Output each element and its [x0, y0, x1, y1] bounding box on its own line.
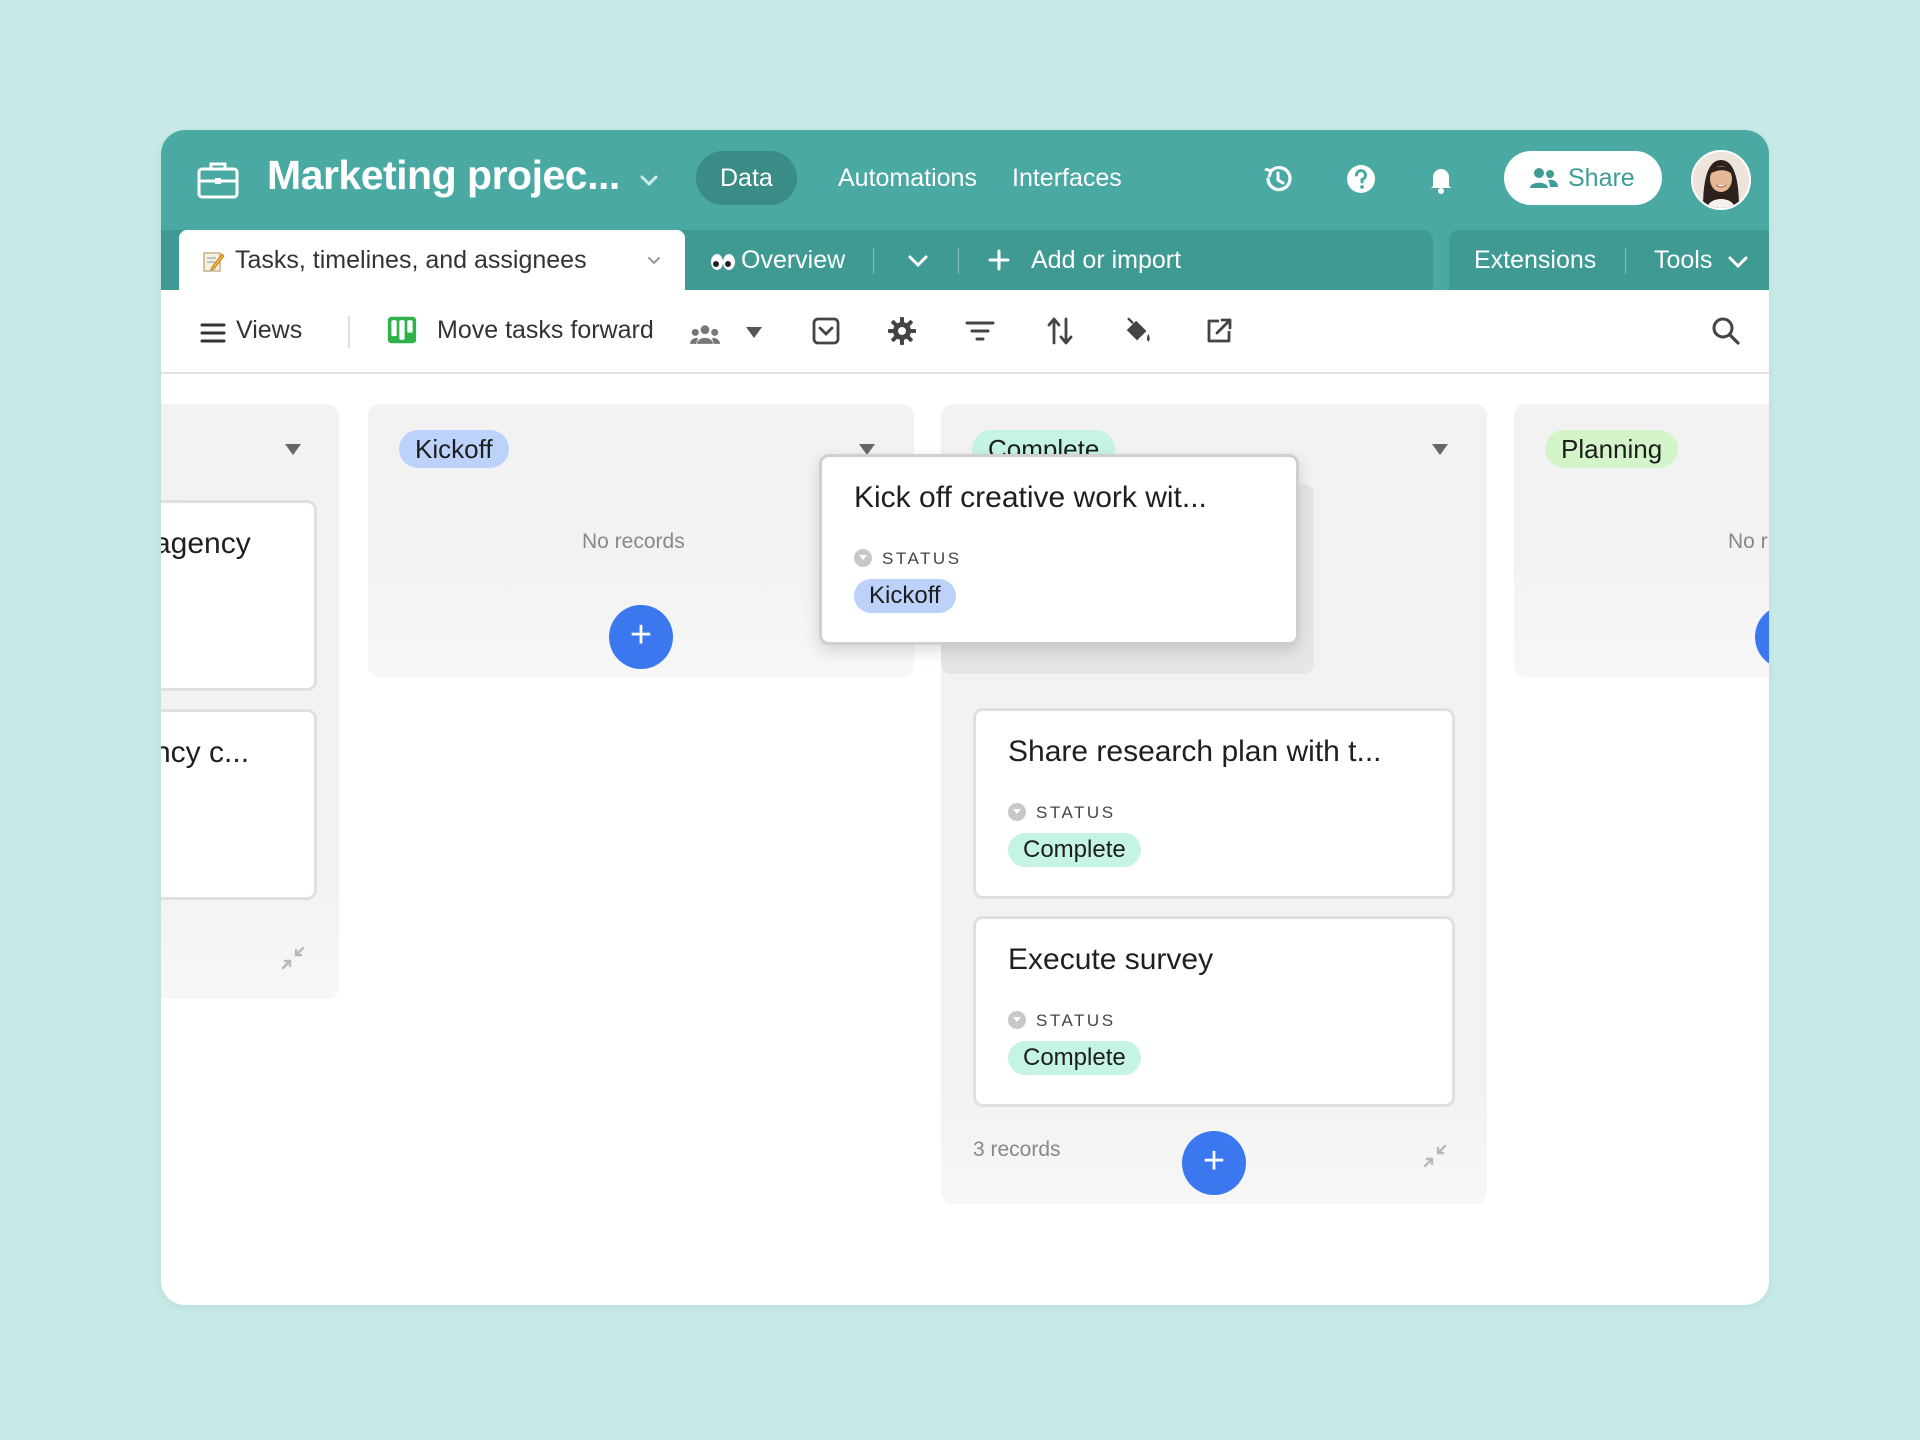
nav-data[interactable]: Data [696, 151, 797, 205]
tab-tasks[interactable]: Tasks, timelines, and assignees [179, 230, 685, 290]
empty-state-text: No records [582, 530, 685, 554]
column-footer [1514, 557, 1769, 677]
column-label-kickoff: Kickoff [399, 430, 509, 468]
view-name[interactable]: Move tasks forward [437, 316, 654, 345]
card-title: agency [161, 527, 251, 561]
briefcase-icon [197, 160, 239, 200]
base-title[interactable]: Marketing projec... [267, 152, 620, 199]
bell-icon[interactable] [1424, 162, 1458, 196]
sort-icon[interactable] [1045, 316, 1075, 346]
avatar[interactable] [1691, 150, 1751, 210]
top-bar: Marketing projec... Data Automations Int… [161, 130, 1769, 290]
help-icon[interactable] [1344, 162, 1378, 196]
add-record-button[interactable]: + [609, 605, 673, 669]
search-icon[interactable] [1711, 316, 1741, 346]
tab-overview[interactable]: Overview [741, 246, 845, 275]
share-label: Share [1568, 164, 1635, 193]
divider [348, 316, 350, 348]
board-column-left: agency ncy c... [161, 404, 339, 999]
status-field-icon [854, 549, 872, 567]
record-card[interactable]: Share research plan with t... STATUS Com… [973, 708, 1455, 899]
chevron-down-icon[interactable] [645, 252, 663, 270]
history-icon[interactable] [1261, 162, 1295, 196]
status-field-label: STATUS [1008, 803, 1116, 823]
board-column-planning: Planning No r + [1514, 404, 1769, 677]
record-count: 3 records [973, 1138, 1061, 1162]
status-field-icon [1008, 1011, 1026, 1029]
status-badge: Complete [1008, 1041, 1141, 1075]
caret-down-icon[interactable] [1432, 444, 1448, 455]
tab-divider [958, 248, 959, 274]
status-field-label: STATUS [854, 549, 962, 569]
tab-divider [873, 248, 874, 274]
status-badge: Kickoff [854, 579, 956, 613]
card-title: ncy c... [161, 736, 249, 770]
app-window: Marketing projec... Data Automations Int… [161, 130, 1769, 1305]
empty-state-text: No r [1728, 530, 1768, 554]
chevron-down-icon[interactable] [905, 250, 931, 272]
table-tab-strip: Tasks, timelines, and assignees Overview… [161, 230, 1769, 290]
paint-bucket-icon[interactable] [1123, 316, 1153, 346]
tools-button[interactable]: Tools [1654, 246, 1712, 275]
views-button[interactable]: Views [236, 316, 302, 345]
memo-icon [203, 250, 225, 272]
status-field-label: STATUS [1008, 1011, 1116, 1031]
view-bar: Views Move tasks forward [161, 290, 1769, 374]
kanban-board: agency ncy c... Kickoff No records + Com… [161, 374, 1769, 1305]
card-title: Execute survey [1008, 943, 1213, 977]
gear-icon[interactable] [887, 316, 917, 346]
filter-icon[interactable] [965, 316, 995, 346]
record-card[interactable]: Execute survey STATUS Complete [973, 916, 1455, 1107]
nav-automations[interactable]: Automations [814, 151, 1001, 205]
tab-divider [1625, 248, 1626, 274]
caret-down-icon[interactable] [746, 327, 762, 338]
chevron-down-icon[interactable] [637, 168, 661, 192]
plus-icon[interactable] [987, 248, 1011, 272]
status-badge: Complete [1008, 833, 1141, 867]
eyes-icon [709, 252, 737, 272]
dragging-record-card[interactable]: Kick off creative work wit... STATUS Kic… [819, 454, 1299, 645]
tabs-right-area: Extensions Tools [1449, 230, 1769, 290]
chevron-down-icon[interactable] [1726, 252, 1750, 272]
caret-down-icon[interactable] [285, 444, 301, 455]
record-card[interactable]: agency [161, 500, 317, 691]
extensions-button[interactable]: Extensions [1474, 246, 1596, 275]
kanban-icon [387, 315, 417, 345]
card-title: Share research plan with t... [1008, 735, 1382, 769]
collapse-icon[interactable] [279, 944, 307, 972]
collaborators-icon [690, 320, 720, 350]
add-record-button[interactable]: + [1182, 1131, 1246, 1195]
hamburger-icon[interactable] [199, 318, 229, 348]
column-label-planning: Planning [1545, 430, 1678, 468]
collapse-icon[interactable] [1421, 1142, 1449, 1170]
record-card[interactable]: ncy c... [161, 709, 317, 900]
share-view-icon[interactable] [1204, 316, 1234, 346]
add-or-import-button[interactable]: Add or import [1031, 246, 1181, 275]
status-field-icon [1008, 803, 1026, 821]
card-title: Kick off creative work wit... [854, 481, 1207, 515]
tab-tasks-label: Tasks, timelines, and assignees [235, 246, 587, 275]
hide-fields-icon[interactable] [811, 316, 841, 346]
nav-interfaces[interactable]: Interfaces [988, 151, 1146, 205]
share-button[interactable]: Share [1504, 151, 1662, 205]
people-icon [1529, 166, 1559, 190]
